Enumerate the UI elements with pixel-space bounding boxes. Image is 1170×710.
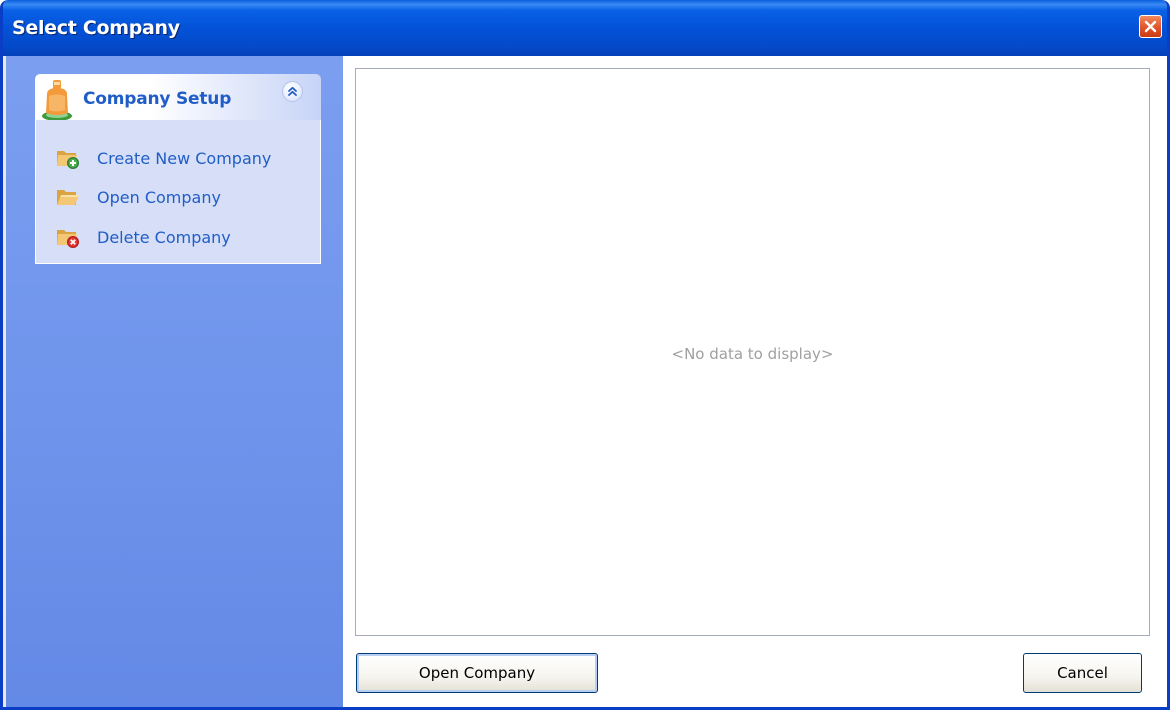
delete-company-link[interactable]: Delete Company xyxy=(56,224,231,250)
folder-add-icon xyxy=(57,151,79,169)
task-label: Open Company xyxy=(97,187,221,207)
open-company-button[interactable]: Open Company xyxy=(356,653,598,693)
company-setup-panel: Company Setup Create New Company Open Co… xyxy=(35,74,321,264)
select-company-dialog: Select Company Company Setup Create New … xyxy=(0,0,1170,710)
empty-message: <No data to display> xyxy=(671,345,834,363)
title-bar[interactable]: Select Company xyxy=(3,0,1167,56)
cancel-button[interactable]: Cancel xyxy=(1023,653,1142,693)
task-label: Delete Company xyxy=(97,227,231,247)
folder-delete-icon xyxy=(57,230,79,248)
chevron-double-up-icon xyxy=(288,86,297,96)
company-list[interactable]: <No data to display> xyxy=(355,68,1150,636)
task-sidebar: Company Setup Create New Company Open Co… xyxy=(6,56,343,707)
close-icon xyxy=(1144,20,1157,33)
company-icon xyxy=(42,80,72,121)
panel-title: Company Setup xyxy=(83,89,232,109)
task-label: Create New Company xyxy=(97,148,272,168)
open-company-link[interactable]: Open Company xyxy=(56,184,221,210)
folder-open-icon xyxy=(57,190,79,205)
collapse-button[interactable] xyxy=(282,81,303,102)
main-content: <No data to display> Open Company Cancel xyxy=(343,56,1167,707)
close-button[interactable] xyxy=(1139,15,1162,38)
window-title: Select Company xyxy=(12,17,180,39)
create-new-company-link[interactable]: Create New Company xyxy=(56,145,271,171)
panel-header[interactable]: Company Setup xyxy=(35,74,321,121)
panel-body: Create New Company Open Company Delete C… xyxy=(35,120,321,264)
